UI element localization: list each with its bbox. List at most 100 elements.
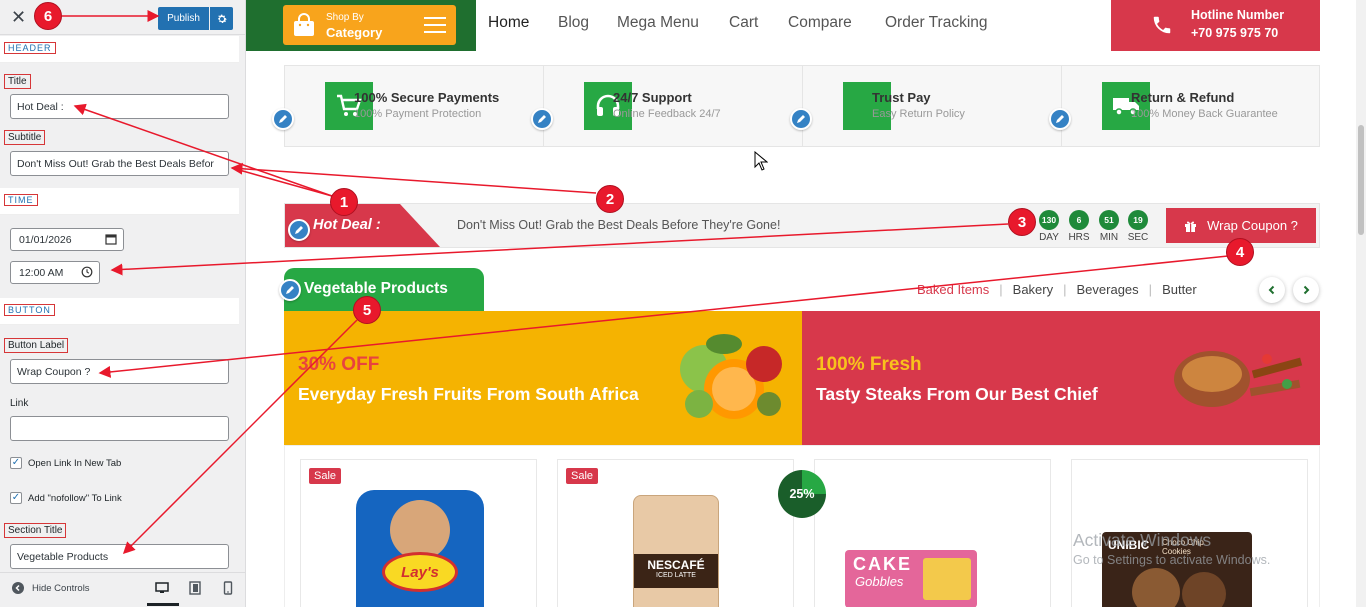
cookie-graphic [1132, 568, 1180, 607]
countdown-unit: MIN [1099, 232, 1119, 243]
coffee-can-image: NESCAFÉ ICED LATTE [633, 495, 719, 607]
steak-image [1174, 351, 1303, 407]
section-title-input[interactable]: Vegetable Products [10, 544, 229, 569]
annotation-marker-2: 2 [596, 185, 624, 213]
edit-pencil-icon[interactable] [288, 219, 310, 241]
edit-pencil-icon[interactable] [279, 279, 301, 301]
menu-icon [424, 17, 446, 38]
edit-pencil-icon[interactable] [1049, 108, 1071, 130]
product-card[interactable]: CAKE Gobbles [814, 459, 1051, 607]
hot-deal-bar: Hot Deal : Don't Miss Out! Grab the Best… [284, 203, 1320, 248]
shop-by-category-button[interactable]: Shop By Category [283, 5, 456, 45]
product-card[interactable]: Sale Lay's [300, 459, 537, 607]
title-input[interactable]: Hot Deal : [10, 94, 229, 119]
cookie-graphic [1182, 572, 1226, 607]
section-header-label: HEADER [4, 42, 56, 54]
nav-cart[interactable]: Cart [729, 14, 758, 32]
annotation-marker-6: 6 [34, 2, 62, 30]
feature-title: Trust Pay [872, 90, 931, 105]
edit-pencil-icon[interactable] [531, 108, 553, 130]
nofollow-checkbox[interactable]: ✓ [10, 492, 22, 504]
open-new-tab-label: Open Link In New Tab [28, 457, 122, 469]
section-button-label: BUTTON [4, 304, 55, 316]
deal-date-input[interactable]: 01/01/2026 [10, 228, 124, 251]
feature-subtitle: 100% Payment Protection [354, 108, 482, 120]
button-label-input[interactable]: Wrap Coupon ? [10, 359, 229, 384]
features-strip: 100% Secure Payments 100% Payment Protec… [284, 65, 1320, 147]
close-icon[interactable]: ✕ [11, 7, 26, 28]
product-brand: Lay's [382, 552, 458, 592]
product-card[interactable]: Sale NESCAFÉ ICED LATTE [557, 459, 794, 607]
cake-pack-image: CAKE Gobbles [845, 550, 977, 607]
section-title: Vegetable Products [304, 280, 448, 297]
subtitle-input[interactable]: Don't Miss Out! Grab the Best Deals Befo… [10, 151, 229, 176]
hotline-number[interactable]: +70 975 975 70 [1191, 26, 1278, 40]
sale-badge: Sale [566, 468, 599, 484]
active-device-indicator [147, 603, 179, 606]
fruits-banner[interactable]: 30% OFF Everyday Fresh Fruits From South… [284, 311, 802, 445]
title-label: Title [4, 74, 31, 89]
clock-icon [81, 266, 93, 278]
nav-blog[interactable]: Blog [558, 14, 589, 32]
publish-button[interactable]: Publish [158, 7, 209, 30]
chevron-right-icon [1303, 285, 1310, 295]
banner-highlight: 100% Fresh [816, 354, 922, 375]
countdown-unit: DAY [1039, 232, 1059, 243]
mobile-icon[interactable] [223, 581, 233, 595]
feature-title: Return & Refund [1131, 90, 1235, 105]
countdown-minutes: 51 MIN [1095, 210, 1123, 243]
nav-mega-menu[interactable]: Mega Menu [617, 14, 699, 32]
link-label: Link [10, 398, 29, 409]
fruits-image [680, 334, 782, 419]
prev-arrow-button[interactable] [1259, 277, 1285, 303]
nofollow-row[interactable]: ✓ Add "nofollow" To Link [10, 492, 122, 504]
tab-butter[interactable]: Butter [1162, 282, 1197, 297]
tab-bakery[interactable]: Bakery [1013, 282, 1053, 297]
can-label: NESCAFÉ ICED LATTE [634, 554, 718, 588]
link-input[interactable] [10, 416, 229, 441]
cake-graphic [923, 558, 971, 600]
category-tabs: Baked Items | Bakery | Beverages | Butter [917, 282, 1197, 297]
steaks-banner[interactable]: 100% Fresh Tasty Steaks From Our Best Ch… [802, 311, 1320, 445]
annotation-marker-4: 4 [1226, 238, 1254, 266]
open-new-tab-row[interactable]: ✓ Open Link In New Tab [10, 457, 121, 469]
discount-percentage-badge: 25% [778, 470, 826, 518]
feature-subtitle: Easy Return Policy [872, 108, 965, 120]
phone-icon [1153, 16, 1171, 34]
edit-pencil-icon[interactable] [790, 108, 812, 130]
publish-settings-gear-icon[interactable] [210, 7, 233, 30]
hide-controls-button[interactable]: Hide Controls [12, 582, 90, 594]
sale-badge: Sale [309, 468, 342, 484]
desktop-icon[interactable] [155, 581, 169, 595]
vegetable-products-tab[interactable]: Vegetable Products [284, 268, 484, 311]
wrap-coupon-label: Wrap Coupon ? [1207, 218, 1298, 233]
calendar-icon [105, 234, 117, 245]
product-brand: NESCAFÉ [647, 558, 705, 572]
nav-order-tracking[interactable]: Order Tracking [885, 14, 988, 32]
windows-activation-watermark: Activate Windows Go to Settings to activ… [1073, 530, 1270, 567]
section-header-time: TIME [0, 188, 239, 215]
tab-baked-items[interactable]: Baked Items [917, 282, 989, 297]
tablet-icon[interactable] [189, 581, 201, 595]
category-block: Shop By Category [246, 0, 476, 51]
tab-beverages[interactable]: Beverages [1077, 282, 1139, 297]
nav-compare[interactable]: Compare [788, 14, 852, 32]
edit-pencil-icon[interactable] [272, 108, 294, 130]
annotation-marker-5: 5 [353, 296, 381, 324]
section-title-label: Section Title [3, 523, 67, 538]
hide-controls-label: Hide Controls [32, 582, 90, 594]
scrollbar-thumb[interactable] [1358, 125, 1364, 235]
chips-bag-image: Lay's [356, 490, 484, 607]
preview-scrollbar[interactable] [1356, 0, 1366, 607]
mouse-cursor-icon [754, 151, 768, 171]
shop-by-label: Shop By [326, 12, 364, 23]
section-header-button: BUTTON [0, 298, 239, 325]
nav-home[interactable]: Home [488, 14, 529, 32]
button-label-label: Button Label [3, 338, 69, 353]
feature-title: 24/7 Support [613, 90, 692, 105]
open-new-tab-checkbox[interactable]: ✓ [10, 457, 22, 469]
countdown-unit: SEC [1127, 232, 1149, 243]
feature-item: Trust Pay Easy Return Policy [803, 66, 1062, 146]
deal-time-input[interactable]: 12:00 AM [10, 261, 100, 284]
next-arrow-button[interactable] [1293, 277, 1319, 303]
